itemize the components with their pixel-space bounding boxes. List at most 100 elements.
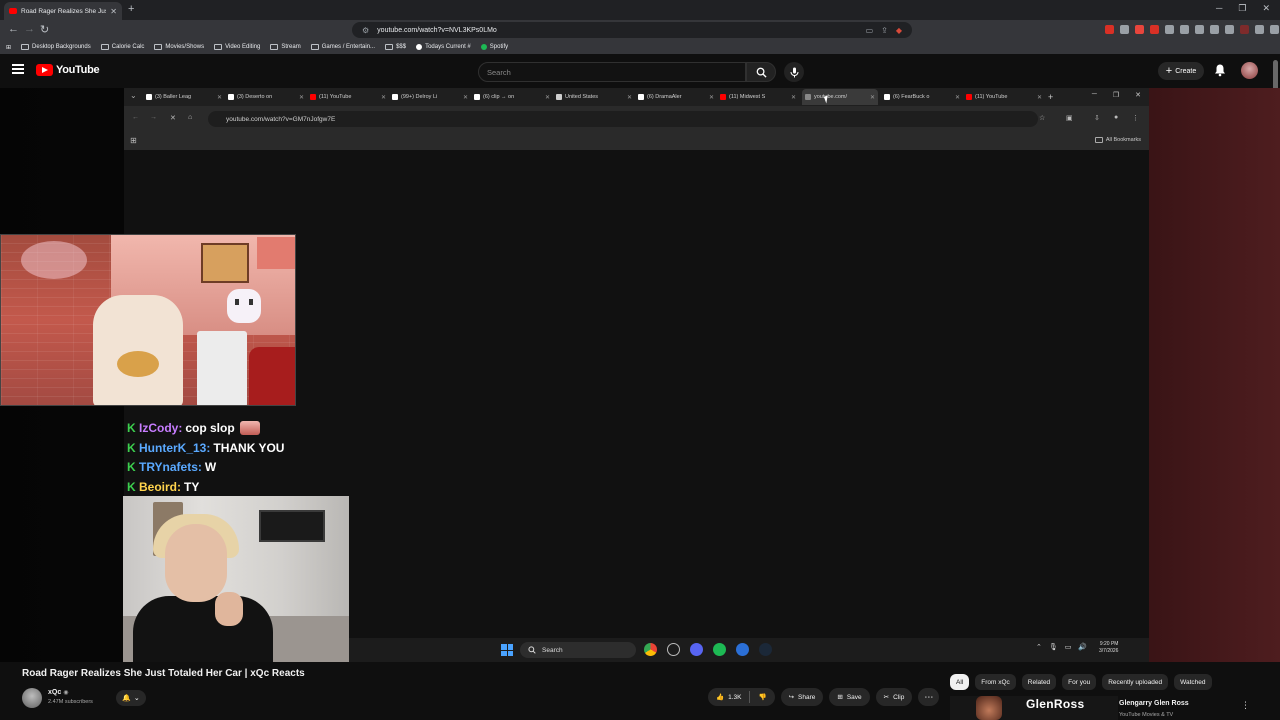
share-button[interactable]: ↪ Share (780, 688, 824, 706)
captured-tab: (11) YouTube ✕ (966, 94, 1042, 101)
search-button[interactable] (746, 62, 776, 82)
chip-related[interactable]: Related (1021, 674, 1057, 690)
bookmark-item[interactable]: Desktop Backgrounds (21, 44, 91, 50)
back-icon[interactable]: ← (8, 23, 19, 35)
search-input[interactable]: Search (478, 62, 746, 82)
chat-message: K TRYnafets: W (127, 457, 337, 477)
extension-icon[interactable] (1135, 25, 1144, 34)
captured-tab: United States ✕ (556, 94, 632, 101)
windows-start-icon (501, 644, 513, 656)
forward-icon[interactable]: → (24, 23, 35, 35)
bookmark-item[interactable]: $$$ (385, 44, 406, 50)
bookmark-item[interactable]: Calorie Calc (100, 44, 144, 50)
bookmark-item[interactable]: Spotify (480, 44, 508, 50)
extension-icon[interactable] (1255, 25, 1264, 34)
extension-shield-icon[interactable]: ◆ (896, 26, 902, 35)
close-tab-icon[interactable]: ✕ (110, 7, 117, 16)
captured-tab-label: (6) clip → on (483, 94, 515, 100)
close-icon: ✕ (298, 94, 304, 101)
back-icon: ← (132, 114, 139, 121)
extension-icon[interactable] (1165, 25, 1174, 34)
tab-favicon-icon (310, 94, 316, 100)
facecam-head (165, 524, 227, 602)
address-bar-url: youtube.com/watch?v=NVL3KPs0LMo (377, 26, 497, 34)
address-bar[interactable]: ⚙ youtube.com/watch?v=NVL3KPs0LMo ▭ ⇪ ◆ (352, 22, 912, 38)
tab-favicon-icon (474, 94, 480, 100)
folder-icon (1094, 137, 1103, 143)
all-bookmarks: All Bookmarks (1094, 137, 1141, 143)
site-info-icon[interactable]: ⚙ (362, 26, 369, 35)
clip-button[interactable]: ✂ Clip (875, 688, 913, 706)
extension-icon[interactable] (1210, 25, 1219, 34)
extension-icon[interactable] (1195, 25, 1204, 34)
video-player[interactable]: ⌄ (3) Baller Leag ✕ (3) Deserto on ✕ (11) … (0, 88, 1280, 662)
spotify-icon (713, 643, 726, 656)
extension-icon[interactable] (1120, 25, 1129, 34)
recommended-video-thumbnail[interactable]: GlenRoss (950, 696, 1118, 720)
save-playlist-icon: ⊞ (837, 694, 843, 701)
youtube-logo[interactable]: YouTube (36, 64, 100, 76)
close-icon: ✕ (1036, 94, 1042, 101)
close-icon: ✕ (954, 94, 960, 101)
account-avatar[interactable] (1241, 62, 1258, 79)
create-label: Create (1175, 67, 1197, 75)
chip-from-channel[interactable]: From xQc (975, 674, 1016, 690)
channel-avatar[interactable] (22, 688, 42, 708)
subscription-bell-button[interactable]: 🔔 ⌄ (116, 690, 146, 706)
like-button[interactable]: 👍 1.3K (708, 688, 749, 706)
tab-favicon-icon (556, 94, 562, 100)
settings-gear-icon (667, 643, 680, 656)
more-actions-button[interactable]: ⋯ (918, 688, 940, 706)
captured-tab: (6) clip → on ✕ (474, 94, 550, 101)
captured-tab-label: youtube.com/ (814, 94, 848, 100)
minimize-icon[interactable]: ─ (1216, 3, 1222, 14)
extension-icon[interactable] (1240, 25, 1249, 34)
cast-icon[interactable]: ▭ (866, 26, 874, 35)
extension-icon[interactable] (1150, 25, 1159, 34)
chip-watched[interactable]: Watched (1174, 674, 1212, 690)
folder-icon (270, 44, 279, 50)
facecam-hand (215, 592, 243, 626)
discord-icon (690, 643, 703, 656)
apps-grid-icon[interactable]: ⊞ (6, 44, 11, 51)
new-tab-button[interactable]: + (128, 3, 134, 15)
folder-icon (310, 44, 319, 50)
chevron-down-icon: ⌄ (133, 695, 140, 702)
guide-menu-icon[interactable] (12, 64, 24, 74)
steam-icon (759, 643, 772, 656)
extension-icon[interactable] (1105, 25, 1114, 34)
create-button[interactable]: + Create (1158, 62, 1204, 80)
chip-recently-uploaded[interactable]: Recently uploaded (1102, 674, 1169, 690)
channel-name[interactable]: xQc ◉ (48, 689, 68, 696)
extension-icon[interactable] (1225, 25, 1234, 34)
voice-search-button[interactable] (784, 62, 804, 82)
bookmark-item[interactable]: Video Editing (214, 44, 260, 50)
bookmark-item[interactable]: Movies/Shows (154, 44, 204, 50)
extension-icon[interactable] (1180, 25, 1189, 34)
dislike-button[interactable]: 👎 (750, 688, 774, 706)
browser-tab-active[interactable]: Road Rager Realizes She Just Totaled Her… (4, 2, 122, 20)
apps-grid-icon: ⊞ (130, 136, 137, 145)
recommended-video-title[interactable]: Glengarry Glen Ross (1119, 700, 1189, 707)
bookmark-item[interactable]: Stream (270, 44, 301, 50)
share-page-icon[interactable]: ⇪ (881, 26, 888, 35)
bookmark-item[interactable]: Todays Current # (416, 44, 471, 50)
tab-favicon-icon (228, 94, 234, 100)
chip-all[interactable]: All (950, 674, 970, 690)
youtube-wordmark: YouTube (56, 64, 100, 76)
save-button[interactable]: ⊞ Save (829, 688, 870, 706)
restore-icon[interactable]: ❐ (1238, 3, 1246, 14)
captured-new-tab-icon: + (1048, 92, 1054, 102)
chip-for-you[interactable]: For you (1062, 674, 1097, 690)
reload-icon[interactable]: ↻ (40, 23, 49, 36)
all-bookmarks-label: All Bookmarks (1105, 137, 1141, 143)
notifications-bell-icon[interactable] (1213, 63, 1227, 82)
bookmark-item[interactable]: Games / Entertain... (310, 44, 375, 50)
recommended-more-icon[interactable]: ⋮ (1241, 700, 1250, 711)
close-window-icon[interactable]: ✕ (1262, 3, 1270, 14)
messenger-icon (736, 643, 749, 656)
tab-favicon-icon (884, 94, 890, 100)
youtube-masthead: YouTube Search + Create (0, 54, 1280, 88)
search-icon (756, 67, 767, 78)
extension-icon[interactable] (1270, 25, 1279, 34)
